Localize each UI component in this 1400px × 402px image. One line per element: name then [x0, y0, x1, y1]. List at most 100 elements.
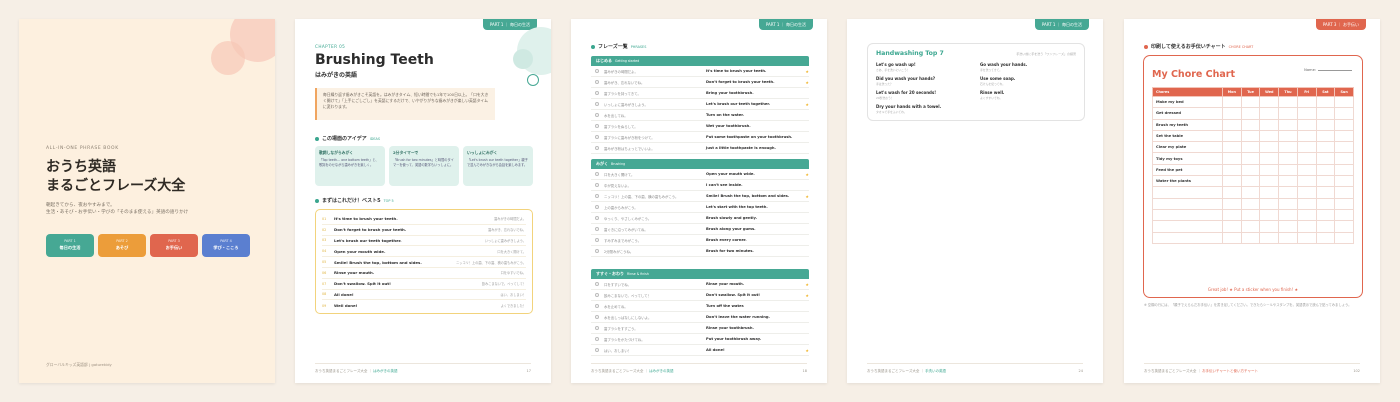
- sticker-cell[interactable]: [1296, 141, 1317, 154]
- sticker-cell[interactable]: [1315, 197, 1336, 210]
- sticker-cell[interactable]: [1334, 141, 1354, 154]
- sticker-cell[interactable]: [1222, 163, 1242, 177]
- part2-button[interactable]: PART 2 あそび: [98, 234, 146, 257]
- sticker-cell[interactable]: [1296, 175, 1317, 188]
- sticker-cell[interactable]: [1259, 208, 1280, 222]
- check-circle[interactable]: [595, 146, 599, 150]
- check-circle[interactable]: [595, 124, 599, 128]
- sticker-cell[interactable]: [1259, 186, 1280, 199]
- sticker-cell[interactable]: [1315, 231, 1336, 244]
- check-circle[interactable]: [595, 304, 599, 308]
- check-circle[interactable]: [595, 135, 599, 139]
- sticker-cell[interactable]: [1222, 118, 1242, 131]
- sticker-cell[interactable]: [1259, 118, 1280, 131]
- check-circle[interactable]: [595, 315, 599, 319]
- sticker-cell[interactable]: [1315, 95, 1336, 109]
- check-circle[interactable]: [595, 326, 599, 330]
- check-circle[interactable]: [595, 69, 599, 73]
- sticker-cell[interactable]: [1315, 175, 1336, 188]
- sticker-cell[interactable]: [1315, 118, 1336, 131]
- sticker-cell[interactable]: [1259, 163, 1280, 177]
- sticker-cell[interactable]: [1222, 220, 1242, 233]
- check-circle[interactable]: [595, 282, 599, 286]
- sticker-cell[interactable]: [1240, 118, 1261, 131]
- sticker-cell[interactable]: [1222, 208, 1242, 222]
- sticker-cell[interactable]: [1278, 107, 1298, 120]
- check-circle[interactable]: [595, 249, 599, 253]
- sticker-cell[interactable]: [1334, 152, 1354, 165]
- sticker-cell[interactable]: [1259, 175, 1280, 188]
- sticker-cell[interactable]: [1222, 141, 1242, 154]
- sticker-cell[interactable]: [1315, 208, 1336, 222]
- check-circle[interactable]: [595, 91, 599, 95]
- sticker-cell[interactable]: [1334, 208, 1354, 222]
- sticker-cell[interactable]: [1222, 186, 1242, 199]
- sticker-cell[interactable]: [1334, 220, 1354, 233]
- sticker-cell[interactable]: [1259, 95, 1280, 109]
- sticker-cell[interactable]: [1315, 141, 1336, 154]
- sticker-cell[interactable]: [1296, 220, 1317, 233]
- check-circle[interactable]: [595, 205, 599, 209]
- check-circle[interactable]: [595, 337, 599, 341]
- sticker-cell[interactable]: [1296, 208, 1317, 222]
- sticker-cell[interactable]: [1334, 231, 1354, 244]
- sticker-cell[interactable]: [1278, 197, 1298, 210]
- sticker-cell[interactable]: [1278, 175, 1298, 188]
- sticker-cell[interactable]: [1296, 129, 1317, 143]
- sticker-cell[interactable]: [1240, 220, 1261, 233]
- sticker-cell[interactable]: [1334, 95, 1354, 109]
- check-circle[interactable]: [595, 348, 599, 352]
- name-field[interactable]: Name:: [1304, 68, 1352, 72]
- sticker-cell[interactable]: [1334, 129, 1354, 143]
- part4-button[interactable]: PART 4 学び・こころ: [202, 234, 250, 257]
- sticker-cell[interactable]: [1240, 175, 1261, 188]
- check-circle[interactable]: [595, 183, 599, 187]
- sticker-cell[interactable]: [1278, 118, 1298, 131]
- sticker-cell[interactable]: [1296, 197, 1317, 210]
- sticker-cell[interactable]: [1315, 107, 1336, 120]
- sticker-cell[interactable]: [1240, 231, 1261, 244]
- sticker-cell[interactable]: [1315, 220, 1336, 233]
- sticker-cell[interactable]: [1278, 141, 1298, 154]
- sticker-cell[interactable]: [1222, 175, 1242, 188]
- sticker-cell[interactable]: [1240, 129, 1261, 143]
- sticker-cell[interactable]: [1296, 107, 1317, 120]
- sticker-cell[interactable]: [1222, 197, 1242, 210]
- sticker-cell[interactable]: [1222, 129, 1242, 143]
- check-circle[interactable]: [595, 227, 599, 231]
- sticker-cell[interactable]: [1259, 141, 1280, 154]
- sticker-cell[interactable]: [1278, 95, 1298, 109]
- part3-button[interactable]: PART 3 お手伝い: [150, 234, 198, 257]
- sticker-cell[interactable]: [1296, 118, 1317, 131]
- sticker-cell[interactable]: [1259, 197, 1280, 210]
- check-circle[interactable]: [595, 238, 599, 242]
- sticker-cell[interactable]: [1296, 152, 1317, 165]
- sticker-cell[interactable]: [1259, 220, 1280, 233]
- sticker-cell[interactable]: [1240, 95, 1261, 109]
- sticker-cell[interactable]: [1240, 152, 1261, 165]
- sticker-cell[interactable]: [1278, 208, 1298, 222]
- sticker-cell[interactable]: [1240, 163, 1261, 177]
- sticker-cell[interactable]: [1259, 107, 1280, 120]
- sticker-cell[interactable]: [1278, 129, 1298, 143]
- sticker-cell[interactable]: [1240, 208, 1261, 222]
- sticker-cell[interactable]: [1334, 197, 1354, 210]
- sticker-cell[interactable]: [1240, 186, 1261, 199]
- check-circle[interactable]: [595, 102, 599, 106]
- check-circle[interactable]: [595, 172, 599, 176]
- sticker-cell[interactable]: [1334, 118, 1354, 131]
- check-circle[interactable]: [595, 113, 599, 117]
- sticker-cell[interactable]: [1222, 231, 1242, 244]
- sticker-cell[interactable]: [1315, 163, 1336, 177]
- sticker-cell[interactable]: [1315, 152, 1336, 165]
- sticker-cell[interactable]: [1278, 186, 1298, 199]
- sticker-cell[interactable]: [1278, 231, 1298, 244]
- sticker-cell[interactable]: [1296, 186, 1317, 199]
- sticker-cell[interactable]: [1296, 163, 1317, 177]
- sticker-cell[interactable]: [1278, 220, 1298, 233]
- sticker-cell[interactable]: [1259, 129, 1280, 143]
- check-circle[interactable]: [595, 80, 599, 84]
- sticker-cell[interactable]: [1334, 107, 1354, 120]
- check-circle[interactable]: [595, 216, 599, 220]
- check-circle[interactable]: [595, 293, 599, 297]
